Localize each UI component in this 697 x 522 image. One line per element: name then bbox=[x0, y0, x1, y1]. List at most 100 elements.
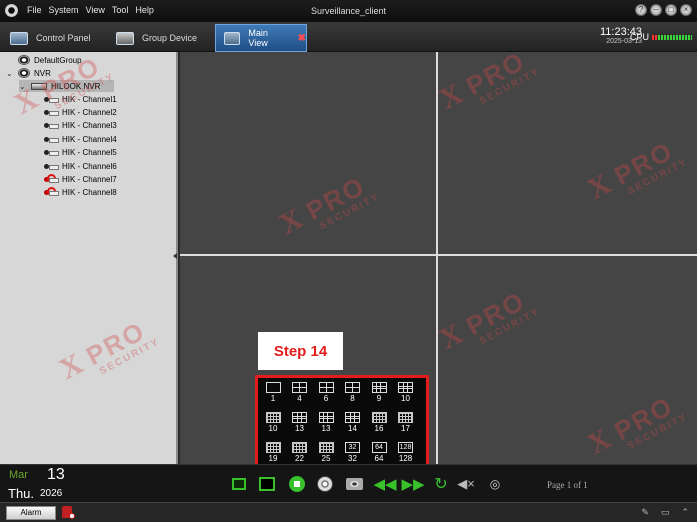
title-bar: File System View Tool Help Surveillance_… bbox=[0, 0, 697, 22]
tree-node-default-group[interactable]: DefaultGroup bbox=[6, 54, 82, 66]
date-year: 2026 bbox=[40, 488, 63, 499]
maximize-icon[interactable]: □ bbox=[665, 4, 677, 16]
layout-count: 25 bbox=[321, 454, 331, 463]
layout-grid-icon bbox=[371, 382, 387, 393]
layout-option-10[interactable]: 10 bbox=[395, 382, 417, 403]
splitter-collapse-icon[interactable] bbox=[173, 253, 177, 259]
layout-option-6[interactable]: 6 bbox=[315, 382, 337, 403]
layout-count: 32 bbox=[348, 454, 357, 463]
restore-icon[interactable]: ▭ bbox=[661, 507, 670, 518]
layout-count: 4 bbox=[297, 394, 302, 403]
offline-badge-icon bbox=[47, 173, 56, 183]
layout-count: 17 bbox=[401, 424, 410, 433]
tab-bar: Control Panel Group Device Main View ✖ 1… bbox=[0, 22, 697, 52]
chevron-down-icon[interactable]: ⌄ bbox=[6, 69, 14, 78]
camera-icon bbox=[44, 96, 59, 103]
layout-count: 6 bbox=[323, 394, 329, 403]
snapshot-icon[interactable] bbox=[345, 475, 363, 493]
camera-icon bbox=[44, 136, 59, 143]
mute-icon[interactable]: ◀× bbox=[457, 475, 475, 493]
close-icon[interactable]: × bbox=[680, 4, 692, 16]
status-bar: Alarm ✎ ▭ ⌃ bbox=[0, 502, 697, 522]
layout-option-128[interactable]: 128 128 bbox=[395, 442, 417, 463]
bottom-toolbar: Mar 13 Thu. 2026 ◀◀ ▶▶ ↻ ◀× ◎ Page 1 of … bbox=[0, 464, 697, 502]
video-cell-2[interactable] bbox=[438, 52, 697, 254]
tab-close-icon[interactable]: ✖ bbox=[298, 33, 306, 44]
layout-option-1[interactable]: 1 bbox=[262, 382, 284, 403]
group-icon bbox=[18, 55, 30, 65]
cycle-icon[interactable]: ↻ bbox=[432, 475, 450, 493]
layout-grid-icon bbox=[318, 412, 334, 423]
previous-page-icon[interactable]: ◀◀ bbox=[373, 475, 396, 493]
layout-option-13[interactable]: 13 bbox=[315, 412, 337, 433]
layout-grid-icon bbox=[318, 382, 334, 393]
layout-count: 9 bbox=[376, 394, 382, 403]
help-icon[interactable]: ? bbox=[635, 4, 647, 16]
settings-icon[interactable]: ◎ bbox=[486, 475, 504, 493]
tab-label: Group Device bbox=[142, 33, 198, 43]
next-page-icon[interactable]: ▶▶ bbox=[401, 475, 424, 493]
channel-label: HIK - Channel1 bbox=[62, 94, 117, 104]
tab-group-device[interactable]: Group Device bbox=[108, 24, 216, 52]
layout-grid-icon bbox=[345, 382, 360, 393]
collapse-icon[interactable]: ⌃ bbox=[681, 507, 689, 518]
layout-option-9[interactable]: 9 bbox=[368, 382, 390, 403]
tree-node-nvr[interactable]: ⌄ NVR bbox=[6, 67, 51, 79]
layout-picker: 1 4 6 8 9 10 10 13 13 14 16 17 19 22 25 32 32 64 64 128 128 bbox=[255, 375, 429, 471]
minimize-icon[interactable]: – bbox=[650, 4, 662, 16]
tree-node-channel[interactable]: HIK - Channel1 bbox=[44, 93, 117, 105]
tree-node-channel[interactable]: HIK - Channel5 bbox=[44, 147, 117, 159]
group-icon bbox=[18, 68, 30, 78]
pin-icon[interactable]: ✎ bbox=[641, 507, 649, 518]
layout-grid-icon bbox=[265, 382, 281, 393]
tab-control-panel[interactable]: Control Panel bbox=[2, 24, 102, 52]
tree-node-channel[interactable]: HIK - Channel3 bbox=[44, 120, 117, 132]
layout-option-16[interactable]: 16 bbox=[368, 412, 390, 433]
step-label: Step 14 bbox=[258, 332, 343, 370]
stop-all-icon[interactable] bbox=[288, 475, 306, 493]
tab-main-view[interactable]: Main View ✖ bbox=[215, 24, 307, 52]
tree-node-channel[interactable]: HIK - Channel7 bbox=[44, 173, 117, 185]
video-cell-4[interactable] bbox=[438, 256, 697, 464]
chevron-down-icon[interactable]: ⌄ bbox=[19, 82, 27, 91]
layout-option-14[interactable]: 14 bbox=[342, 412, 364, 433]
layout-count: 22 bbox=[295, 454, 304, 463]
layout-option-8[interactable]: 8 bbox=[342, 382, 364, 403]
layout-grid-icon bbox=[292, 382, 307, 393]
device-tree: DefaultGroup ⌄ NVR ⌄ HILOOK NVR HIK - Ch… bbox=[0, 52, 178, 464]
tree-node-channel[interactable]: HIK - Channel8 bbox=[44, 187, 117, 199]
tree-node-hilook-nvr[interactable]: ⌄ HILOOK NVR bbox=[19, 80, 115, 92]
layout-option-10[interactable]: 10 bbox=[262, 412, 284, 433]
alarm-button[interactable]: Alarm bbox=[6, 506, 56, 520]
layout-option-25[interactable]: 25 bbox=[315, 442, 337, 463]
camera-offline-icon bbox=[44, 173, 59, 183]
tree-label: NVR bbox=[34, 68, 51, 78]
camera-icon bbox=[44, 122, 59, 130]
video-cell-1[interactable] bbox=[180, 52, 436, 254]
layout-count: 13 bbox=[295, 424, 304, 433]
tree-node-channel[interactable]: HIK - Channel2 bbox=[44, 106, 117, 118]
layout-grid-icon bbox=[292, 442, 307, 453]
cpu-label: CPU bbox=[629, 32, 649, 42]
tree-node-channel[interactable]: HIK - Channel4 bbox=[44, 133, 117, 145]
layout-count: 19 bbox=[268, 454, 278, 463]
layout-count: 10 bbox=[268, 424, 278, 433]
offline-badge-icon bbox=[47, 187, 56, 197]
layout-option-4[interactable]: 4 bbox=[289, 382, 311, 403]
tree-label: HILOOK NVR bbox=[51, 81, 101, 91]
layout-option-19[interactable]: 19 bbox=[262, 442, 284, 463]
fullscreen-icon[interactable] bbox=[230, 475, 248, 493]
layout-icon[interactable] bbox=[258, 475, 276, 493]
layout-option-22[interactable]: 22 bbox=[289, 442, 311, 463]
tree-node-channel[interactable]: HIK - Channel6 bbox=[44, 160, 117, 172]
alarm-icon[interactable] bbox=[62, 506, 75, 519]
layout-grid-icon bbox=[398, 382, 413, 393]
page-indicator: Page 1 of 1 bbox=[547, 480, 588, 490]
tab-label: Main View bbox=[248, 28, 268, 48]
layout-option-64[interactable]: 64 64 bbox=[368, 442, 390, 463]
layout-option-32[interactable]: 32 32 bbox=[342, 442, 364, 463]
layout-grid-icon: 128 bbox=[398, 442, 413, 453]
record-icon[interactable] bbox=[316, 475, 334, 493]
layout-option-13[interactable]: 13 bbox=[289, 412, 311, 433]
layout-option-17[interactable]: 17 bbox=[395, 412, 417, 433]
